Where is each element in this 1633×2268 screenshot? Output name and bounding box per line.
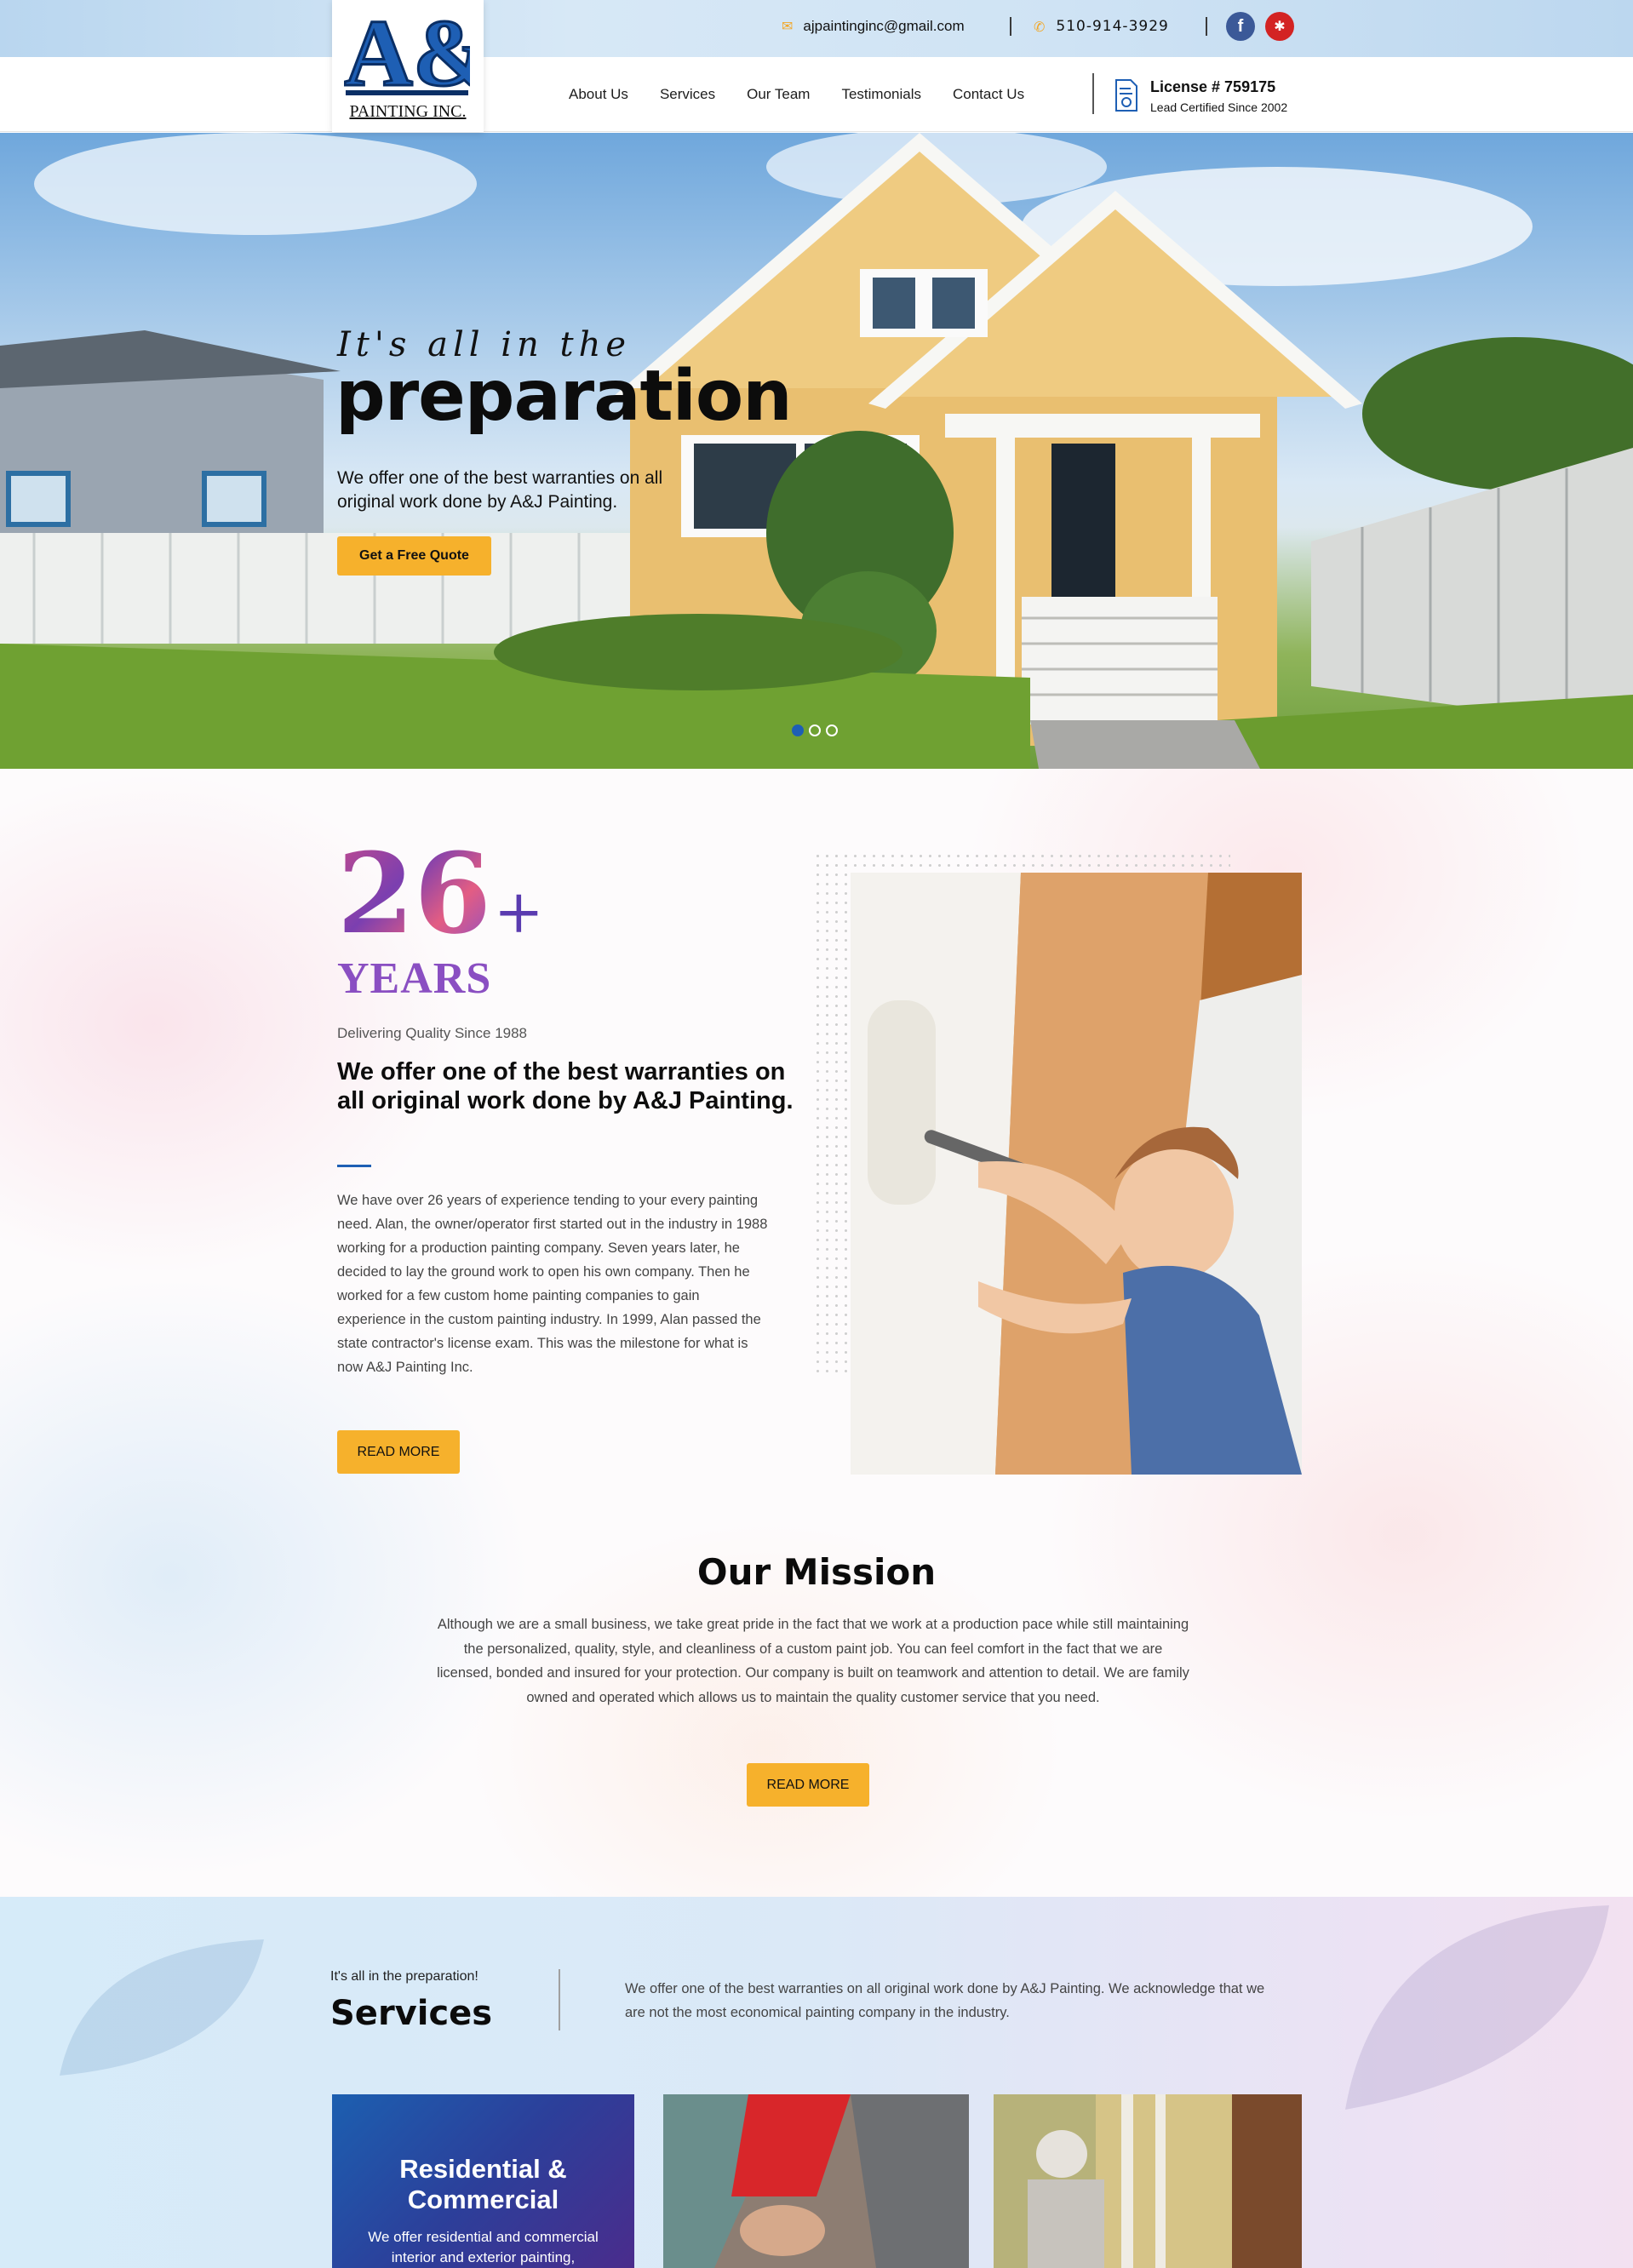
years-label: YEARS bbox=[337, 954, 492, 1003]
nav-services[interactable]: Services bbox=[660, 86, 715, 103]
phone-icon: ✆ bbox=[1034, 18, 1046, 35]
hero-slider: It's all in the preparation We offer one… bbox=[0, 133, 1633, 769]
logo-subtitle: PAINTING INC. bbox=[349, 102, 467, 121]
about-heading: We offer one of the best warranties on a… bbox=[337, 1058, 794, 1114]
service-card-roofing[interactable] bbox=[663, 2094, 969, 2268]
painter-photo bbox=[851, 873, 1302, 1475]
envelope-icon: ✉ bbox=[782, 20, 794, 34]
license-number: License # 759175 bbox=[1150, 78, 1276, 95]
heading-underline bbox=[337, 1165, 371, 1167]
hero-house-image bbox=[0, 133, 1633, 769]
service-card-text: We offer residential and commercial inte… bbox=[368, 2229, 599, 2265]
email-text: ajpaintinginc@gmail.com bbox=[803, 18, 965, 34]
decorative-leaf-icon bbox=[1345, 1905, 1609, 2110]
services-divider bbox=[559, 1969, 560, 2030]
about-read-more-button[interactable]: READ MORE bbox=[337, 1430, 460, 1474]
nav-about-us[interactable]: About Us bbox=[569, 86, 628, 103]
hero-description: We offer one of the best warranties on a… bbox=[337, 468, 663, 512]
nav-contact-us[interactable]: Contact Us bbox=[953, 86, 1024, 103]
yelp-icon[interactable]: ✱ bbox=[1265, 12, 1294, 41]
slider-dot-2[interactable] bbox=[809, 724, 821, 736]
service-card-residential[interactable]: Residential & Commercial We offer reside… bbox=[332, 2094, 634, 2268]
service-card-exterior[interactable] bbox=[994, 2094, 1302, 2268]
mission-paragraph: Although we are a small business, we tak… bbox=[437, 1617, 1189, 1705]
phone-link[interactable]: ✆ 510-914-3929 bbox=[1034, 12, 1169, 41]
slider-dot-3[interactable] bbox=[826, 724, 838, 736]
email-link[interactable]: ✉ ajpaintinginc@gmail.com bbox=[782, 12, 965, 41]
primary-nav: About Us Services Our Team Testimonials … bbox=[569, 86, 1024, 103]
mission-read-more-button[interactable]: READ MORE bbox=[747, 1763, 869, 1807]
service-card-image bbox=[663, 2094, 969, 2268]
facebook-icon[interactable]: f bbox=[1226, 12, 1255, 41]
aj-logo-mark: A&J bbox=[344, 7, 470, 99]
services-kicker: It's all in the preparation! bbox=[330, 1969, 478, 1984]
decorative-dot-grid bbox=[813, 851, 1230, 870]
divider bbox=[1206, 17, 1207, 36]
phone-text: 510-914-3929 bbox=[1056, 18, 1169, 35]
nav-our-team[interactable]: Our Team bbox=[747, 86, 810, 103]
decorative-dot-grid bbox=[813, 851, 847, 1379]
service-card-title: Residential & Commercial bbox=[399, 2154, 567, 2214]
nav-divider bbox=[1092, 73, 1094, 114]
decorative-leaf-icon bbox=[60, 1939, 264, 2076]
about-paragraph: We have over 26 years of experience tend… bbox=[337, 1193, 768, 1375]
years-number: 26 bbox=[337, 828, 491, 959]
years-plus: + bbox=[494, 877, 544, 947]
hero-title: preparation bbox=[335, 356, 793, 437]
nav-testimonials[interactable]: Testimonials bbox=[841, 86, 921, 103]
site-logo[interactable]: A&J PAINTING INC. bbox=[332, 0, 484, 132]
top-contact-bar: ✉ ajpaintinginc@gmail.com ✆ 510-914-3929… bbox=[0, 0, 1633, 57]
slider-dot-1[interactable] bbox=[792, 724, 804, 736]
since-tagline: Delivering Quality Since 1988 bbox=[337, 1025, 528, 1041]
service-card-image bbox=[994, 2094, 1302, 2268]
services-heading: Services bbox=[330, 1994, 493, 2033]
mission-heading: Our Mission bbox=[696, 1551, 937, 1593]
certificate-icon bbox=[1115, 79, 1137, 112]
painter-image bbox=[851, 873, 1302, 1475]
services-description: We offer one of the best warranties on a… bbox=[625, 1981, 1265, 2020]
license-certification: Lead Certified Since 2002 bbox=[1150, 100, 1288, 114]
svg-text:A&J: A&J bbox=[344, 7, 470, 99]
divider bbox=[1010, 17, 1011, 36]
free-quote-button[interactable]: Get a Free Quote bbox=[337, 536, 491, 576]
